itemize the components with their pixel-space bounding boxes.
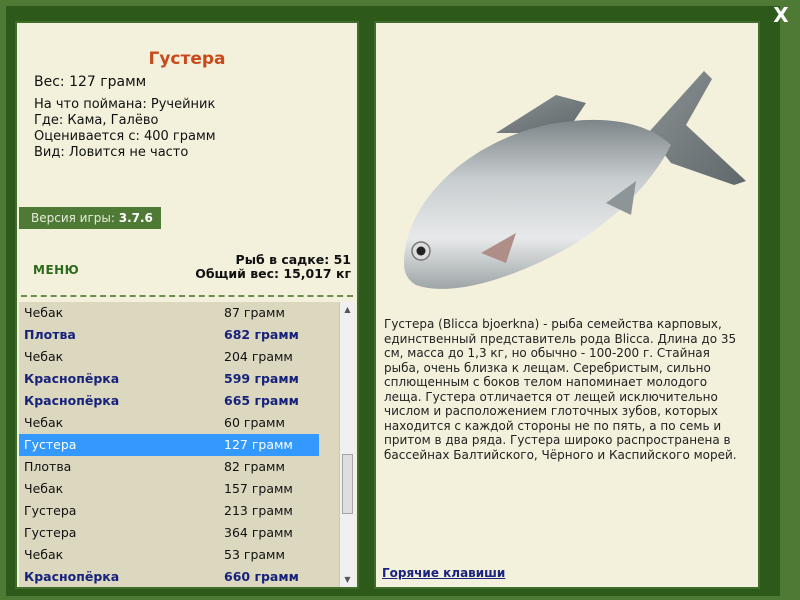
scroll-thumb[interactable] xyxy=(342,454,353,514)
close-button[interactable]: X xyxy=(770,4,792,26)
tail-fin-shape xyxy=(648,71,746,185)
catch-list-row[interactable]: Плотва 82 грамм xyxy=(19,456,319,478)
hotkeys-link[interactable]: Горячие клавиши xyxy=(382,566,505,580)
scroll-up-icon[interactable]: ▲ xyxy=(340,302,355,317)
fish-rating: Оценивается с: 400 грамм xyxy=(34,129,216,144)
total-weight: Общий вес: 15,017 кг xyxy=(195,266,351,281)
catch-list-row[interactable]: Краснопёрка 665 грамм xyxy=(19,390,319,412)
scroll-down-icon[interactable]: ▼ xyxy=(340,572,355,587)
catch-list-row[interactable]: Плотва 682 грамм xyxy=(19,324,319,346)
catch-fish-weight: 599 грамм xyxy=(224,371,299,386)
catch-fish-name: Чебак xyxy=(24,349,64,364)
version-value: 3.7.6 xyxy=(118,211,153,225)
catch-fish-name: Краснопёрка xyxy=(24,569,120,584)
fish-picture-panel: Густера (Blicca bjoerkna) - рыба семейст… xyxy=(374,21,760,589)
catch-fish-name: Густера xyxy=(24,525,77,540)
catch-list-row[interactable]: Чебак 157 грамм xyxy=(19,478,319,500)
catch-fish-weight: 665 грамм xyxy=(224,393,299,408)
catch-fish-weight: 60 грамм xyxy=(224,415,285,430)
version-label: Версия игры: xyxy=(31,211,115,225)
catch-fish-name: Чебак xyxy=(24,481,64,496)
catch-stats: Рыб в садке: 51 Общий вес: 15,017 кг xyxy=(195,253,351,281)
fish-image xyxy=(404,71,746,289)
catch-fish-name: Густера xyxy=(24,437,77,452)
catch-list-row[interactable]: Чебак 53 грамм xyxy=(19,544,319,566)
catch-fish-name: Густера xyxy=(24,503,77,518)
fish-rarity: Вид: Ловится не часто xyxy=(34,145,189,160)
catch-fish-weight: 82 грамм xyxy=(224,459,285,474)
catch-fish-weight: 87 грамм xyxy=(224,305,285,320)
catch-list-row[interactable]: Густера 213 грамм xyxy=(19,500,319,522)
catch-list-row[interactable]: Краснопёрка 660 грамм xyxy=(19,566,319,587)
catch-fish-weight: 682 грамм xyxy=(224,327,299,342)
fish-name-title: Густера xyxy=(148,49,226,69)
catch-fish-weight: 364 грамм xyxy=(224,525,293,540)
list-scrollbar[interactable]: ▲ ▼ xyxy=(339,302,355,587)
catch-fish-weight: 53 грамм xyxy=(224,547,285,562)
catch-fish-name: Чебак xyxy=(24,305,64,320)
fish-bait: На что поймана: Ручейник xyxy=(34,97,216,112)
version-badge: Версия игры: 3.7.6 xyxy=(19,207,161,229)
catch-fish-weight: 157 грамм xyxy=(224,481,293,496)
fish-description: Густера (Blicca bjoerkna) - рыба семейст… xyxy=(384,317,737,462)
fish-info-panel: Густера Вес: 127 грамм На что поймана: Р… xyxy=(15,21,359,589)
fish-count: Рыб в садке: 51 xyxy=(235,252,351,267)
catch-fish-name: Краснопёрка xyxy=(24,371,120,386)
catch-fish-weight: 204 грамм xyxy=(224,349,293,364)
catch-list-row[interactable]: Густера 127 грамм xyxy=(19,434,319,456)
fish-place: Где: Кама, Галёво xyxy=(34,113,159,128)
catch-fish-name: Плотва xyxy=(24,459,72,474)
catch-fish-name: Чебак xyxy=(24,547,64,562)
catch-fish-name: Чебак xyxy=(24,415,64,430)
catch-fish-weight: 660 грамм xyxy=(224,569,299,584)
fish-weight: Вес: 127 грамм xyxy=(34,74,147,90)
catch-list[interactable]: Чебак 87 грамм Плотва 682 грамм Чебак 204 гра… xyxy=(19,302,339,587)
dashed-divider xyxy=(21,295,353,297)
fish-pupil-shape xyxy=(416,246,426,256)
catch-list-row[interactable]: Густера 364 грамм xyxy=(19,522,319,544)
catch-fish-weight: 213 грамм xyxy=(224,503,293,518)
fish-details: На что поймана: Ручейник Где: Кама, Галё… xyxy=(34,97,216,161)
menu-button[interactable]: МЕНЮ xyxy=(33,263,79,277)
catch-list-row[interactable]: Чебак 60 грамм xyxy=(19,412,319,434)
catch-list-row[interactable]: Краснопёрка 599 грамм xyxy=(19,368,319,390)
catch-fish-weight: 127 грамм xyxy=(224,437,293,452)
catch-fish-name: Плотва xyxy=(24,327,76,342)
catch-list-row[interactable]: Чебак 204 грамм xyxy=(19,346,319,368)
catch-list-row[interactable]: Чебак 87 грамм xyxy=(19,302,319,324)
catch-fish-name: Краснопёрка xyxy=(24,393,120,408)
